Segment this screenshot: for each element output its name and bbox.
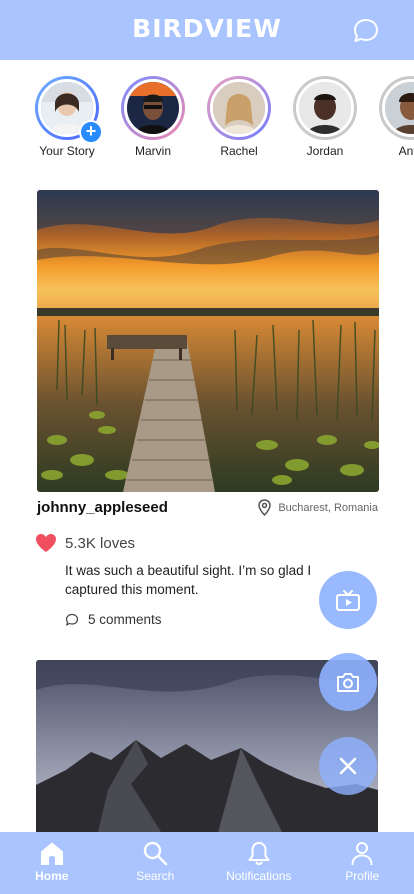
close-button[interactable] <box>319 737 377 795</box>
comment-icon <box>65 613 79 626</box>
story-jordan[interactable]: Jordan <box>289 76 361 158</box>
avatar <box>296 79 354 137</box>
post-caption: It was such a beautiful sight. I’m so gl… <box>65 563 312 597</box>
nav-label: Profile <box>345 869 380 883</box>
story-name: Your Story <box>39 144 95 158</box>
story-ring <box>293 76 357 140</box>
avatar <box>124 79 182 137</box>
story-name: Anto <box>398 144 414 158</box>
bottom-nav: Home Search Notifications Profile <box>0 832 414 894</box>
story-ring <box>379 76 414 140</box>
story-ring: + <box>35 76 103 144</box>
avatar <box>382 79 414 137</box>
post-username[interactable]: johnny_appleseed <box>37 499 168 516</box>
location-text: Bucharest, Romania <box>278 501 378 514</box>
stories-bar: + Your Story Marvin Rachel Jordan An <box>0 60 414 170</box>
story-name: Rachel <box>220 144 258 158</box>
heart-icon[interactable] <box>35 533 57 553</box>
add-story-icon[interactable]: + <box>79 120 103 144</box>
tv-button[interactable] <box>319 571 377 629</box>
app-header: BIRDVIEW <box>0 0 414 60</box>
nav-notifications[interactable]: Notifications <box>207 832 311 894</box>
nav-home[interactable]: Home <box>0 832 104 894</box>
camera-icon <box>337 673 359 692</box>
avatar <box>210 79 268 137</box>
post-loves[interactable]: 5.3K loves <box>35 533 135 553</box>
story-ring <box>121 76 185 140</box>
loves-count: 5.3K loves <box>65 534 136 552</box>
close-icon <box>339 757 357 775</box>
post-image[interactable] <box>37 190 379 492</box>
story-name: Marvin <box>134 144 171 158</box>
tv-icon <box>336 590 360 611</box>
post-location[interactable]: Bucharest, Romania <box>257 499 378 516</box>
nav-search[interactable]: Search <box>104 832 208 894</box>
story-rachel[interactable]: Rachel <box>203 76 275 158</box>
search-icon <box>144 841 168 866</box>
story-ring <box>207 76 271 140</box>
post-comments[interactable]: 5 comments <box>65 612 162 627</box>
story-anto[interactable]: Anto <box>375 76 414 158</box>
nav-label: Notifications <box>226 869 292 883</box>
nav-label: Home <box>35 869 69 883</box>
chat-bubble-icon[interactable] <box>352 17 380 45</box>
story-marvin[interactable]: Marvin <box>117 76 189 158</box>
camera-button[interactable] <box>319 653 377 711</box>
home-icon <box>40 842 63 865</box>
story-name: Jordan <box>306 144 344 158</box>
bell-icon <box>248 842 270 865</box>
nav-profile[interactable]: Profile <box>311 832 414 894</box>
story-your-story[interactable]: + Your Story <box>31 76 103 158</box>
nav-label: Search <box>136 869 175 883</box>
comments-count: 5 comments <box>88 612 162 627</box>
profile-icon <box>351 842 373 866</box>
location-pin-icon <box>258 499 272 516</box>
